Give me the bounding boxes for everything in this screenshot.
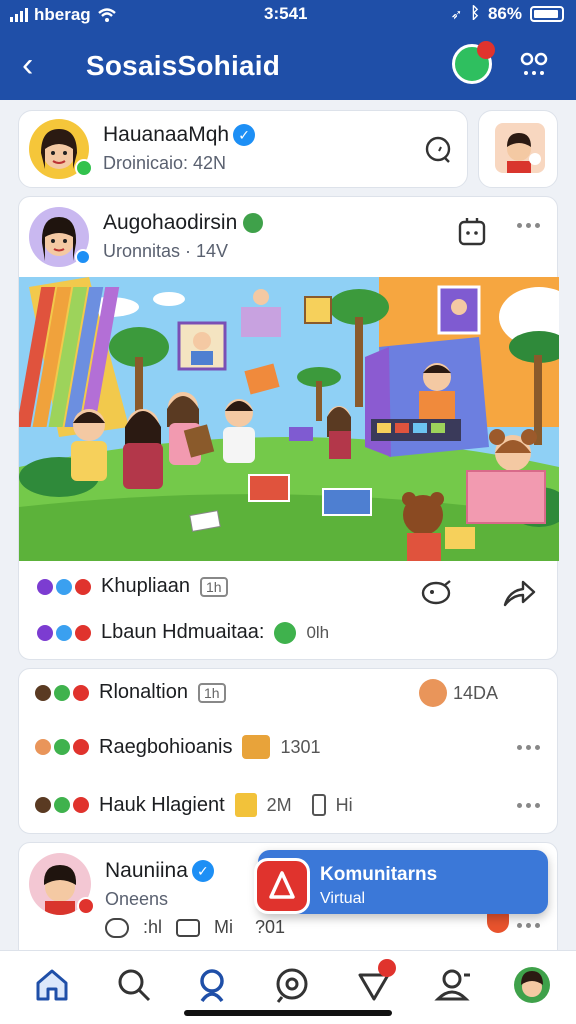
reaction-icons	[35, 684, 89, 701]
comment-count: 0lh	[306, 622, 330, 642]
react-icon[interactable]	[419, 577, 455, 607]
reaction-icons	[35, 739, 89, 755]
list-item-tag: 1h	[197, 682, 226, 703]
home-icon[interactable]	[32, 965, 72, 1005]
post-stats: :hl Mi ?01	[105, 917, 285, 938]
post-author[interactable]: Augohaodirsin	[103, 211, 264, 235]
post-meta: Oneens	[105, 889, 169, 909]
search-icon[interactable]	[114, 965, 154, 1005]
post-author-text: Nauniina	[105, 859, 188, 882]
status-left: hberag	[10, 5, 117, 25]
profile-sub: Droinicaio: 42N	[103, 153, 227, 173]
verified-icon: ✓	[191, 860, 214, 883]
list-item[interactable]: Hauk Hlagient 2M Hi	[35, 793, 353, 817]
avatar	[495, 123, 545, 173]
post-image[interactable]	[19, 277, 559, 561]
verified-icon: ✓	[233, 124, 256, 147]
more-options-icon[interactable]	[517, 745, 543, 751]
battery-icon	[530, 6, 564, 22]
reaction-icons	[37, 624, 91, 641]
signal-icon	[10, 8, 28, 22]
box-icon	[242, 735, 271, 759]
reaction-icons	[37, 578, 91, 595]
profile-name-text: HauanaaMqh	[103, 123, 230, 146]
list-item-label: Hauk Hlagient	[99, 793, 225, 816]
status-right: ➶ ᛒ 86%	[451, 4, 564, 24]
profile-card[interactable]: HauanaaMqh ✓ Droinicaio: 42N	[18, 110, 468, 188]
back-icon[interactable]: ‹	[22, 48, 33, 82]
list-item-count: 1301	[280, 736, 321, 757]
bookmark-icon[interactable]	[457, 215, 487, 247]
stat-two: Mi	[214, 917, 234, 937]
stat-three: ?01	[255, 917, 286, 937]
app-header: hberag 3:541 ➶ ᛒ 86% ‹ SosaisSohiaid	[0, 0, 576, 100]
chat-icon[interactable]	[452, 41, 495, 84]
reaction-icons	[35, 797, 89, 813]
refresh-icon	[274, 621, 297, 644]
stat-one: :hl	[143, 917, 163, 937]
post-action-row: Khupliaan 1h	[37, 575, 228, 598]
status-bar: hberag 3:541 ➶ ᛒ 86%	[0, 0, 576, 30]
emoji-icon	[243, 213, 264, 234]
list-item[interactable]: Raegbohioanis 1301	[35, 735, 320, 759]
list-item[interactable]: Rlonaltion 1h	[35, 681, 226, 704]
notification-toast[interactable]: Komunitarns Virtual	[254, 850, 548, 914]
home-indicator	[184, 1010, 392, 1016]
activity-list-card: Rlonaltion 1h 14DA Raegbohioanis 1301 Ha…	[18, 668, 558, 834]
messenger-icon[interactable]	[272, 965, 312, 1005]
list-item-extra: Hi	[335, 794, 353, 815]
online-dot	[75, 159, 93, 177]
post-author-text: Augohaodirsin	[103, 211, 238, 234]
list-item-label: Raegbohioanis	[99, 735, 233, 758]
comment-label[interactable]: Lbaun Hdmuaitaa:	[101, 621, 264, 644]
wifi-icon	[97, 8, 116, 22]
notification-badge	[378, 959, 396, 977]
gift-icon	[234, 793, 257, 817]
list-item-right: 14DA	[453, 683, 499, 703]
battery-percent: 86%	[487, 4, 522, 23]
app-bar: ‹ SosaisSohiaid	[0, 38, 576, 94]
comment-icon[interactable]	[105, 917, 129, 938]
clock: 3:541	[264, 4, 308, 23]
post-action-label[interactable]: Khupliaan	[101, 575, 190, 598]
verified-icon	[75, 249, 91, 265]
app-logo-icon	[254, 858, 310, 914]
post-card: Augohaodirsin Uronnitas · 14V Khupliaan …	[18, 196, 559, 660]
people-icon[interactable]	[192, 965, 232, 1005]
page-title: SosaisSohiaid	[86, 50, 280, 81]
notification-subtitle: Virtual	[320, 890, 366, 907]
list-item-label: Rlonaltion	[99, 681, 188, 703]
location-icon: ➶	[450, 5, 463, 22]
post-comment-row: Lbaun Hdmuaitaa: 0lh	[37, 621, 329, 644]
more-icon[interactable]	[516, 48, 552, 84]
share-icon[interactable]	[501, 577, 537, 609]
post-author[interactable]: Nauniina ✓	[105, 859, 214, 883]
carrier-name: hberag	[34, 5, 91, 24]
more-options-icon[interactable]	[517, 223, 543, 229]
friends-icon[interactable]	[434, 965, 474, 1005]
avatar	[419, 679, 447, 707]
profile-name: HauanaaMqh ✓	[103, 123, 256, 147]
more-options-icon[interactable]	[517, 803, 543, 809]
notification-title: Komunitarns	[320, 864, 438, 885]
side-avatar-card[interactable]	[478, 110, 558, 188]
notification-icon[interactable]	[354, 959, 396, 1005]
chat-bubble-icon[interactable]	[423, 135, 453, 165]
post-action-tag: 1h	[199, 576, 228, 597]
status-dot	[77, 897, 95, 915]
phone-icon	[311, 794, 326, 816]
post-meta: Uronnitas · 14V	[103, 241, 229, 261]
more-options-icon[interactable]	[517, 923, 543, 929]
bag-icon[interactable]	[176, 918, 201, 937]
bluetooth-icon: ᛒ	[470, 5, 480, 22]
profile-icon[interactable]	[512, 965, 552, 1005]
list-item-count: 2M	[266, 794, 292, 815]
